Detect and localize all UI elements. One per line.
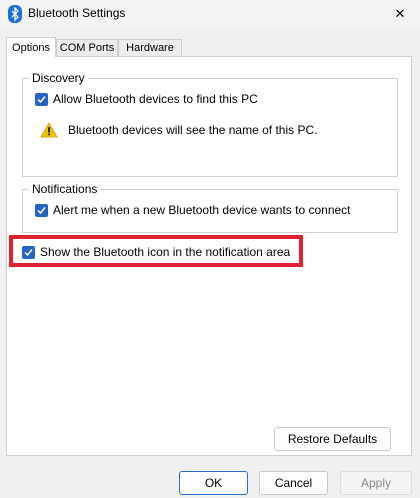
show-icon-checkbox[interactable]: [22, 245, 35, 259]
tab-hardware[interactable]: Hardware: [118, 39, 182, 56]
apply-button[interactable]: Apply: [340, 471, 412, 495]
allow-find-label: Allow Bluetooth devices to find this PC: [53, 92, 258, 106]
checkmark-icon: [37, 206, 46, 214]
alert-new-checkbox-row[interactable]: Alert me when a new Bluetooth device wan…: [35, 203, 351, 217]
alert-new-label: Alert me when a new Bluetooth device wan…: [53, 203, 351, 217]
alert-new-checkbox[interactable]: [35, 203, 48, 217]
dialog-footer: OK Cancel Apply: [0, 456, 420, 498]
discovery-group: Discovery Allow Bluetooth devices to fin…: [22, 71, 398, 177]
notifications-group-label: Notifications: [29, 182, 101, 196]
title-bar: Bluetooth Settings ✕: [0, 0, 420, 28]
warning-text: Bluetooth devices will see the name of t…: [68, 123, 318, 137]
close-icon: ✕: [394, 6, 406, 21]
notifications-group: Notifications Alert me when a new Blueto…: [22, 182, 398, 233]
checkmark-icon: [24, 248, 33, 256]
show-icon-label: Show the Bluetooth icon in the notificat…: [40, 245, 291, 259]
ok-button[interactable]: OK: [179, 471, 248, 495]
allow-find-checkbox-row[interactable]: Allow Bluetooth devices to find this PC: [35, 92, 258, 106]
checkmark-icon: [37, 95, 46, 103]
warning-message: Bluetooth devices will see the name of t…: [40, 122, 317, 138]
bluetooth-icon: [8, 5, 22, 23]
show-icon-checkbox-row[interactable]: Show the Bluetooth icon in the notificat…: [22, 245, 290, 259]
options-panel: Discovery Allow Bluetooth devices to fin…: [6, 56, 412, 456]
close-button[interactable]: ✕: [380, 0, 420, 28]
window-title: Bluetooth Settings: [28, 6, 126, 20]
cancel-button[interactable]: Cancel: [259, 471, 328, 495]
tab-options[interactable]: Options: [6, 37, 56, 57]
restore-defaults-button[interactable]: Restore Defaults: [274, 427, 391, 451]
tab-com-ports[interactable]: COM Ports: [56, 39, 118, 56]
discovery-group-label: Discovery: [29, 71, 88, 85]
allow-find-checkbox[interactable]: [35, 92, 48, 106]
warning-icon: [40, 122, 58, 138]
